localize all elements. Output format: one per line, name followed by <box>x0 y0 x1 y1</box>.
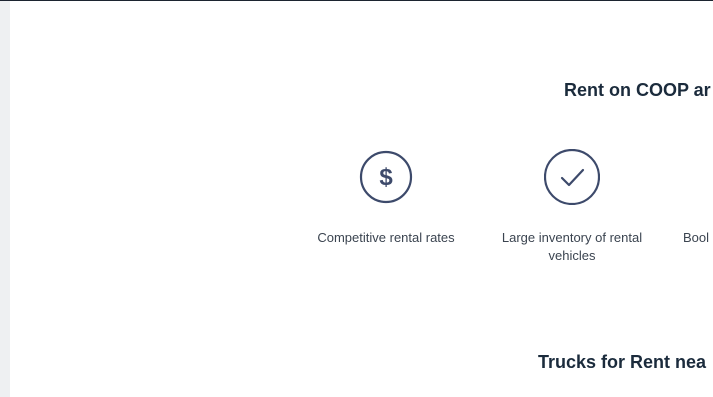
feature-competitive-rates: $ Competitive rental rates <box>301 149 471 247</box>
section-title: Rent on COOP ar <box>564 80 711 100</box>
page-content: Rent on COOP ar $ Competitive rental rat… <box>10 1 713 397</box>
checkmark-icon <box>544 149 600 205</box>
feature-booking-partial: Bool <box>683 149 713 247</box>
trucks-section-title: Trucks for Rent nea <box>538 352 707 372</box>
feature-label-inventory: Large inventory of rental vehicles <box>501 230 643 263</box>
feature-label-booking: Bool <box>683 230 710 245</box>
feature-large-inventory: Large inventory of rental vehicles <box>487 149 657 265</box>
feature-label-rates: Competitive rental rates <box>317 230 455 245</box>
svg-text:$: $ <box>379 164 393 191</box>
dollar-icon: $ <box>359 150 413 204</box>
